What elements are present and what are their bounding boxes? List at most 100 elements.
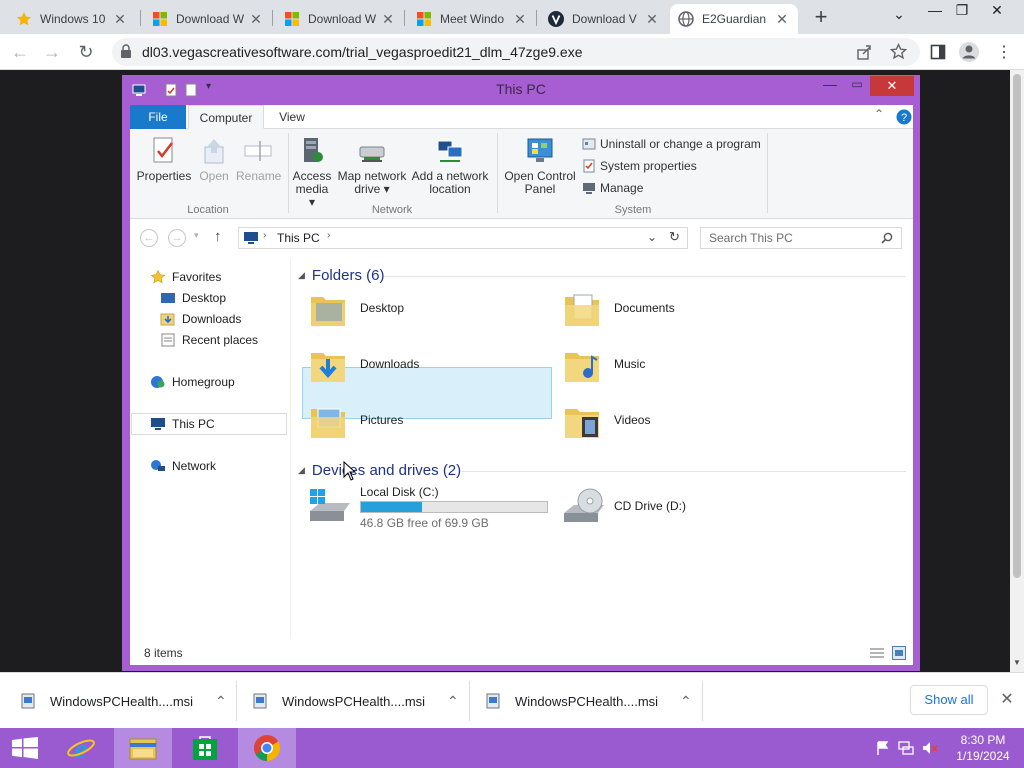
close-tab-icon[interactable]: ✕ xyxy=(248,11,264,28)
url-text[interactable]: dl03.vegascreativesoftware.com/trial_veg… xyxy=(142,44,582,60)
forward-icon[interactable]: → xyxy=(40,40,64,64)
nav-downloads[interactable]: Downloads xyxy=(160,309,241,329)
network-tray-icon[interactable] xyxy=(898,740,914,756)
system-clock[interactable]: 8:30 PM 1/19/2024 xyxy=(948,732,1018,764)
address-bar[interactable]: dl03.vegascreativesoftware.com/trial_veg… xyxy=(112,38,920,66)
scrollbar-thumb[interactable] xyxy=(1013,74,1021,578)
nav-network[interactable]: Network xyxy=(150,456,216,476)
folder-tile-downloads[interactable]: Downloads xyxy=(302,339,552,391)
breadcrumb-this-pc[interactable]: This PC xyxy=(277,231,320,245)
nav-this-pc[interactable]: This PC xyxy=(150,414,215,434)
close-tab-icon[interactable]: ✕ xyxy=(380,11,396,28)
close-tab-icon[interactable]: ✕ xyxy=(512,11,528,28)
add-network-location-button[interactable]: Add a network location xyxy=(410,135,490,196)
folder-tile-music[interactable]: Music xyxy=(556,339,806,391)
folder-tile-documents[interactable]: Documents xyxy=(556,283,806,335)
collapse-group-icon[interactable]: ◢ xyxy=(298,270,305,281)
nav-favorites[interactable]: Favorites xyxy=(150,267,221,287)
taskbar-internet-explorer[interactable]: e xyxy=(52,728,110,768)
browser-tab-active[interactable]: E2Guardian ✕ xyxy=(670,4,798,34)
customize-quick-access-icon[interactable]: ▾ xyxy=(206,81,211,92)
download-options-icon[interactable]: ⌃ xyxy=(215,693,227,710)
access-media-button[interactable]: Access media ▾ xyxy=(292,135,332,209)
nav-desktop[interactable]: Desktop xyxy=(160,288,226,308)
rename-button[interactable]: Rename xyxy=(236,135,281,183)
browser-tab-4[interactable]: Meet Windo ✕ xyxy=(408,4,536,34)
explorer-minimize-icon[interactable]: — xyxy=(819,76,841,92)
breadcrumb-separator-icon[interactable]: › xyxy=(327,230,330,241)
start-button[interactable] xyxy=(0,728,58,768)
up-icon[interactable]: ↑ xyxy=(214,228,222,245)
breadcrumb-separator-icon[interactable]: › xyxy=(263,230,266,241)
tab-view[interactable]: View xyxy=(268,105,316,129)
manage-button[interactable]: Manage xyxy=(582,179,643,197)
explorer-maximize-icon[interactable]: ▭ xyxy=(846,77,868,91)
refresh-icon[interactable]: ↻ xyxy=(669,229,680,245)
details-view-icon[interactable] xyxy=(870,647,884,659)
new-folder-quick-icon[interactable] xyxy=(184,83,198,97)
browser-tab-2[interactable]: Download W ✕ xyxy=(144,4,272,34)
nav-recent-places[interactable]: Recent places xyxy=(160,330,258,350)
address-dropdown-icon[interactable]: ⌄ xyxy=(647,230,657,244)
taskbar-chrome[interactable] xyxy=(238,728,296,768)
nav-homegroup[interactable]: Homegroup xyxy=(150,372,235,392)
show-all-button[interactable]: Show all xyxy=(910,685,988,715)
recent-locations-icon[interactable]: ▾ xyxy=(194,230,199,241)
browser-tab-1[interactable]: Windows 10 ✕ xyxy=(8,4,136,34)
folders-group-header[interactable]: ◢ Folders (6) xyxy=(298,267,384,284)
close-tab-icon[interactable]: ✕ xyxy=(644,11,660,28)
close-downloads-icon[interactable]: ✕ xyxy=(998,689,1016,709)
explorer-close-button[interactable]: ✕ xyxy=(870,76,914,96)
address-path-box[interactable]: › This PC › ⌄ ↻ xyxy=(238,227,688,249)
download-options-icon[interactable]: ⌃ xyxy=(447,693,459,710)
profile-avatar-icon[interactable] xyxy=(958,41,980,63)
back-nav-icon[interactable]: ← xyxy=(140,229,158,247)
tab-file[interactable]: File xyxy=(130,105,186,129)
scroll-down-icon[interactable]: ▼ xyxy=(1013,658,1021,667)
page-scrollbar[interactable]: ▼ xyxy=(1010,70,1024,672)
share-icon[interactable] xyxy=(856,44,872,60)
new-tab-button[interactable]: + xyxy=(808,4,834,30)
browser-tab-3[interactable]: Download W ✕ xyxy=(276,4,404,34)
side-panel-icon[interactable] xyxy=(930,44,946,60)
properties-button[interactable]: Properties xyxy=(136,135,192,183)
download-item-2[interactable]: WindowsPCHealth....msi ⌃ xyxy=(252,687,459,715)
tab-computer[interactable]: Computer xyxy=(188,105,264,129)
restore-icon[interactable]: ❐ xyxy=(947,2,977,24)
close-tab-icon[interactable]: ✕ xyxy=(774,11,790,28)
folder-tile-videos[interactable]: Videos xyxy=(556,395,806,447)
taskbar-store[interactable] xyxy=(176,728,234,768)
bookmark-star-icon[interactable] xyxy=(890,43,907,60)
folder-tile-desktop[interactable]: Desktop xyxy=(302,283,552,335)
devices-group-header[interactable]: ◢ Devices and drives (2) xyxy=(298,462,461,479)
browser-tab-5[interactable]: Download V ✕ xyxy=(540,4,668,34)
download-options-icon[interactable]: ⌃ xyxy=(680,693,692,710)
download-item-3[interactable]: WindowsPCHealth....msi ⌃ xyxy=(485,687,692,715)
taskbar-file-explorer[interactable] xyxy=(114,728,172,768)
back-icon[interactable]: ← xyxy=(8,40,32,64)
properties-quick-icon[interactable] xyxy=(164,83,178,97)
collapse-group-icon[interactable]: ◢ xyxy=(298,465,305,476)
large-icons-view-icon[interactable] xyxy=(892,646,906,660)
collapse-ribbon-icon[interactable]: ⌃ xyxy=(874,107,884,121)
drive-tile-d[interactable]: CD Drive (D:) xyxy=(556,479,806,531)
minimize-icon[interactable]: — xyxy=(920,2,950,24)
open-button[interactable]: Open xyxy=(194,135,234,183)
reload-icon[interactable]: ↻ xyxy=(74,40,98,64)
folder-tile-pictures[interactable]: Pictures xyxy=(302,395,552,447)
close-tab-icon[interactable]: ✕ xyxy=(112,11,128,28)
map-network-drive-button[interactable]: Map network drive ▾ xyxy=(336,135,408,196)
search-input[interactable]: Search This PC xyxy=(700,227,902,249)
open-control-panel-button[interactable]: Open Control Panel xyxy=(502,135,578,196)
tab-search-icon[interactable]: ⌄ xyxy=(884,6,914,28)
system-properties-button[interactable]: System properties xyxy=(582,157,697,175)
nav-pane-divider[interactable] xyxy=(290,259,291,639)
uninstall-program-button[interactable]: Uninstall or change a program xyxy=(582,135,761,153)
close-window-icon[interactable]: ✕ xyxy=(982,2,1012,24)
explorer-titlebar[interactable]: This PC xyxy=(122,75,920,105)
help-icon[interactable]: ? xyxy=(896,109,912,125)
forward-nav-icon[interactable]: → xyxy=(168,229,186,247)
download-item-1[interactable]: WindowsPCHealth....msi ⌃ xyxy=(20,687,227,715)
drive-tile-c[interactable]: Local Disk (C:) 46.8 GB free of 69.9 GB xyxy=(302,479,562,531)
action-center-flag-icon[interactable] xyxy=(876,741,890,755)
